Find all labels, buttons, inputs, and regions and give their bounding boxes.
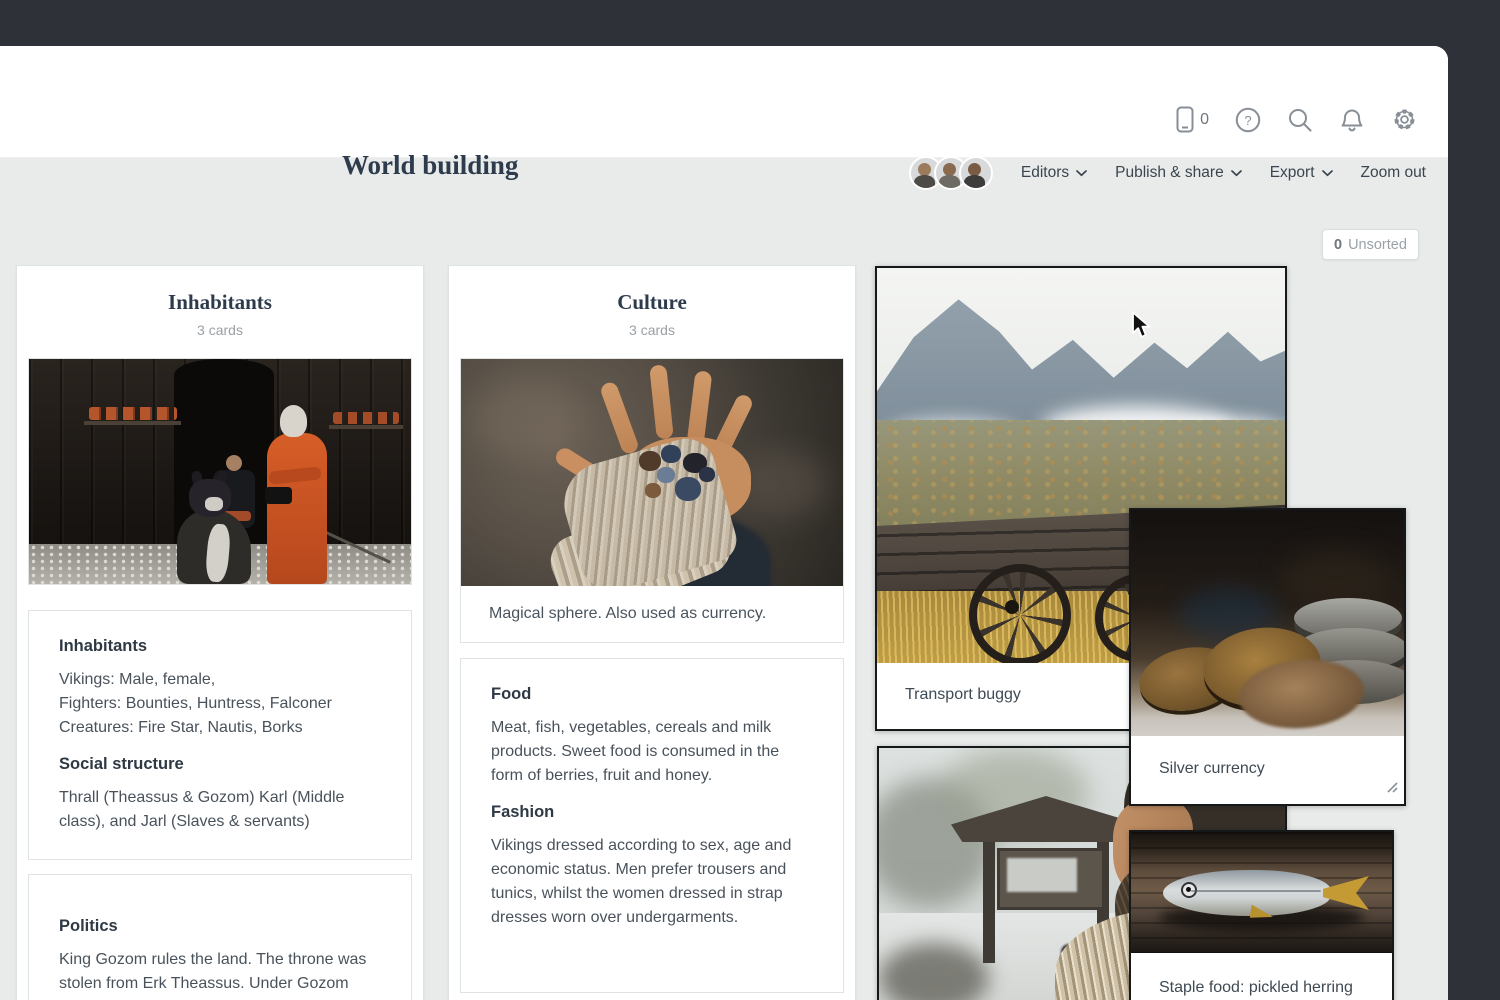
card-paragraph: Vikings dressed according to sex, age an… — [491, 834, 813, 930]
zoom-out-label: Zoom out — [1361, 164, 1426, 182]
card-caption: Staple food: pickled herring — [1131, 953, 1392, 1000]
column-title: Culture — [449, 290, 855, 315]
column-culture[interactable]: Culture 3 cards Magical sphere. Also use… — [448, 265, 856, 1000]
help-button[interactable]: ? — [1235, 107, 1261, 133]
card-heading: Inhabitants — [59, 637, 381, 656]
unsorted-label: Unsorted — [1348, 237, 1407, 253]
text-card-inhabitants[interactable]: Inhabitants Vikings: Male, female, Fight… — [28, 610, 412, 860]
fish-on-wood-photo — [1131, 832, 1392, 953]
gear-icon — [1391, 106, 1418, 133]
column-inhabitants[interactable]: Inhabitants 3 cards Inhabitants Vikin — [16, 265, 424, 1000]
chevron-down-icon — [1076, 164, 1087, 182]
image-card[interactable] — [28, 358, 412, 585]
search-button[interactable] — [1287, 107, 1313, 133]
card-paragraph: King Gozom rules the land. The throne wa… — [59, 948, 381, 1000]
unsorted-badge[interactable]: 0 Unsorted — [1322, 229, 1419, 260]
text-card-food-fashion[interactable]: Food Meat, fish, vegetables, cereals and… — [460, 658, 844, 993]
card-heading: Politics — [59, 917, 381, 936]
avatar[interactable] — [959, 156, 993, 190]
settings-button[interactable] — [1391, 106, 1418, 133]
card-heading: Food — [491, 685, 813, 704]
resize-handle-icon[interactable] — [1384, 779, 1398, 798]
help-icon: ? — [1235, 107, 1261, 133]
zoom-out-button[interactable]: Zoom out — [1361, 164, 1426, 182]
device-sync-button[interactable]: 0 — [1176, 106, 1209, 133]
card-paragraph: Thrall (Theassus & Gozom) Karl (Middle c… — [59, 786, 381, 834]
column-title: Inhabitants — [17, 290, 423, 315]
board-title[interactable]: World building — [342, 150, 518, 181]
publish-share-menu[interactable]: Publish & share — [1115, 164, 1242, 182]
app-window: World building 0 ? — [0, 46, 1448, 1000]
floating-card-pickled-herring[interactable]: Staple food: pickled herring — [1129, 830, 1394, 1000]
column-card-count: 3 cards — [449, 322, 855, 338]
board-canvas[interactable]: 0 Unsorted Inhabitants 3 cards — [0, 158, 1448, 1000]
column-card-count: 3 cards — [17, 322, 423, 338]
search-icon — [1287, 107, 1313, 133]
export-label: Export — [1270, 164, 1315, 182]
notifications-button[interactable] — [1339, 106, 1365, 133]
text-card-politics[interactable]: Politics King Gozom rules the land. The … — [28, 874, 412, 1000]
card-paragraph: Meat, fish, vegetables, cereals and milk… — [491, 716, 813, 788]
app-header — [0, 46, 1448, 158]
chevron-down-icon — [1231, 164, 1242, 182]
coins-macro-photo — [1131, 510, 1404, 736]
bell-icon — [1339, 106, 1365, 133]
unsorted-count: 0 — [1334, 237, 1342, 253]
card-heading: Social structure — [59, 755, 381, 774]
desktop-background: { "colors": { "desktop": "#2f3138", "boa… — [0, 0, 1500, 1000]
svg-text:?: ? — [1244, 113, 1251, 128]
editors-menu[interactable]: Editors — [1021, 164, 1087, 182]
device-icon — [1176, 106, 1194, 133]
image-caption: Magical sphere. Also used as currency. — [461, 586, 843, 642]
card-paragraph: Vikings: Male, female, Fighters: Bountie… — [59, 668, 381, 740]
card-heading: Fashion — [491, 803, 813, 822]
header-menu-row: Editors Publish & share Export Zoom out — [909, 156, 1426, 190]
card-caption: Silver currency — [1131, 736, 1404, 802]
editor-avatars[interactable] — [909, 156, 993, 190]
device-count-badge: 0 — [1200, 111, 1209, 129]
image-card-magical-sphere[interactable]: Magical sphere. Also used as currency. — [460, 358, 844, 643]
floating-card-silver-currency[interactable]: Silver currency — [1129, 508, 1406, 806]
viking-homestead-photo — [29, 359, 411, 584]
chevron-down-icon — [1322, 164, 1333, 182]
publish-share-label: Publish & share — [1115, 164, 1224, 182]
editors-menu-label: Editors — [1021, 164, 1069, 182]
header-icon-row: 0 ? — [1176, 106, 1418, 133]
hand-with-gemstones-photo — [461, 359, 843, 586]
export-menu[interactable]: Export — [1270, 164, 1333, 182]
